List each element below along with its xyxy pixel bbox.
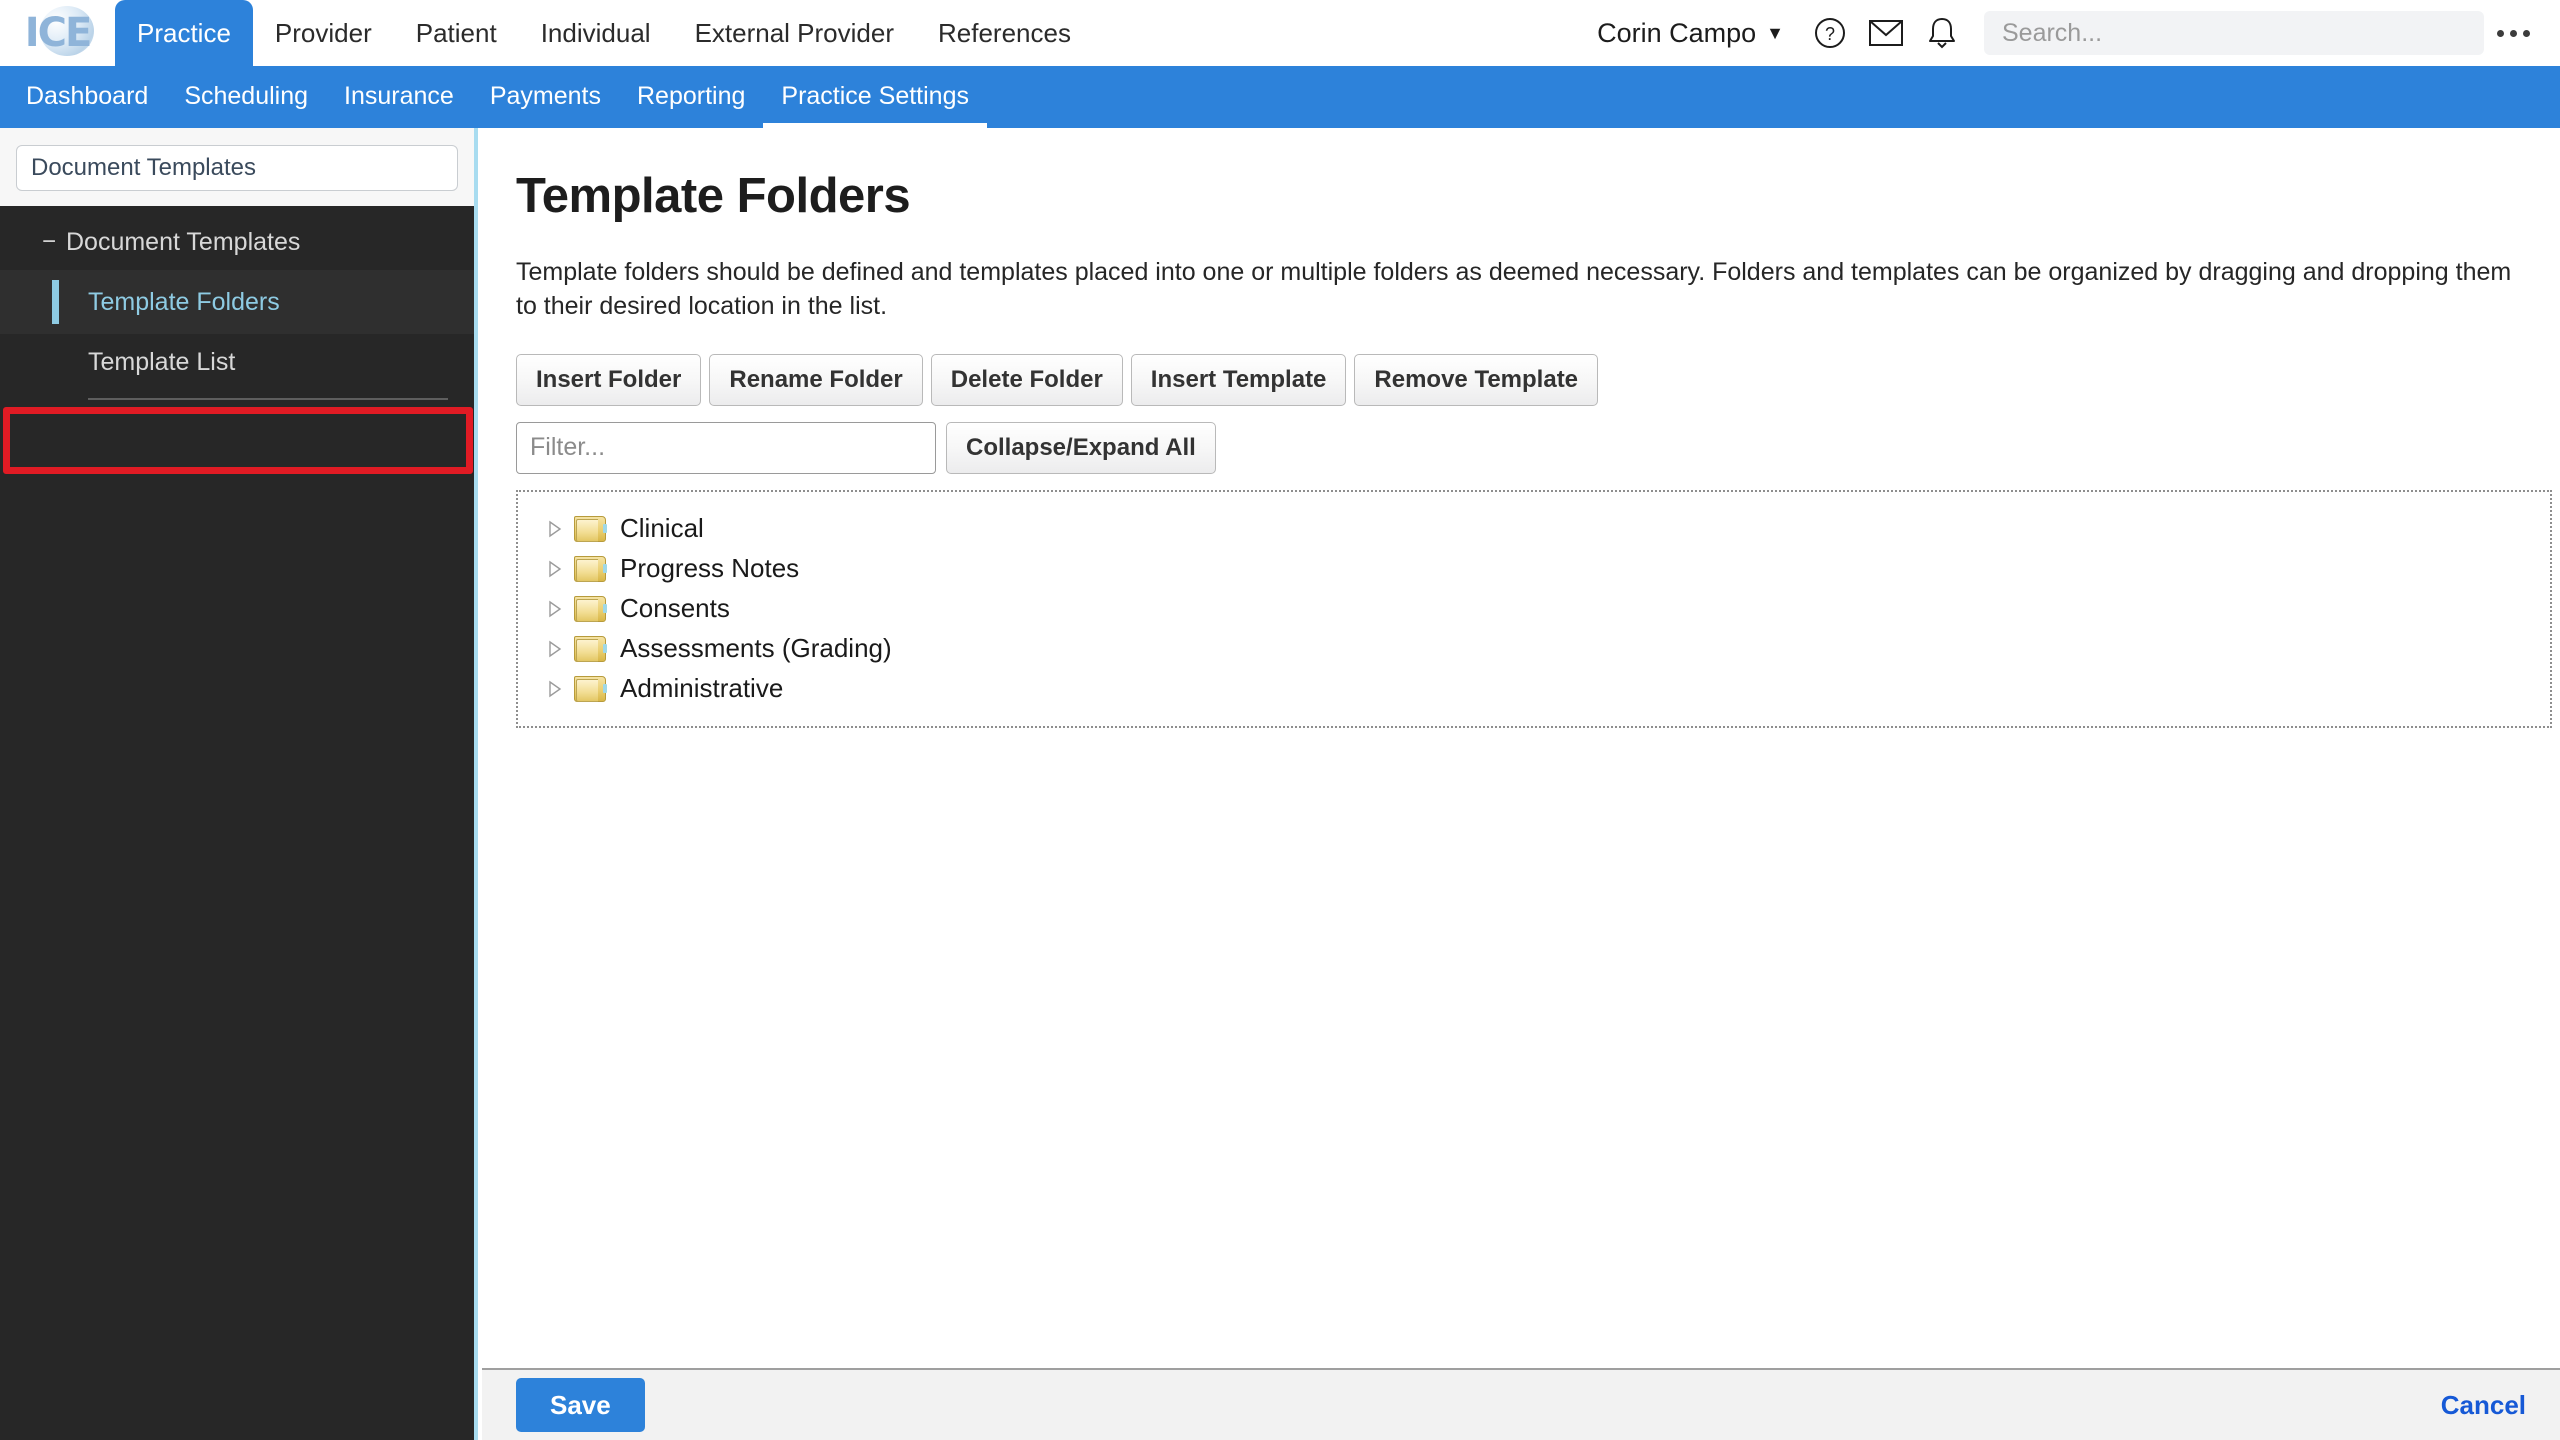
secondary-nav-item-reporting[interactable]: Reporting (619, 66, 763, 128)
top-bar: ICE Practice Provider Patient Individual… (0, 0, 2560, 66)
folder-tree-row[interactable]: Clinical (518, 509, 2550, 549)
folder-icon (574, 675, 608, 703)
logo-text: ICE (24, 10, 93, 56)
rename-folder-button[interactable]: Rename Folder (709, 353, 923, 406)
user-name-label: Corin Campo (1597, 17, 1757, 48)
folder-icon (574, 635, 608, 663)
primary-nav-item-external-provider[interactable]: External Provider (673, 0, 916, 66)
global-search-input[interactable] (1984, 11, 2484, 55)
app-logo[interactable]: ICE (0, 0, 115, 66)
chevron-right-icon[interactable] (542, 640, 568, 658)
mail-icon[interactable] (1858, 0, 1914, 66)
overflow-menu-icon[interactable] (2484, 0, 2542, 66)
primary-nav-item-practice[interactable]: Practice (115, 0, 253, 66)
sidebar-item-template-list[interactable]: Template List (0, 334, 474, 390)
sidebar-item-label: Template List (88, 347, 236, 376)
insert-folder-button[interactable]: Insert Folder (516, 353, 702, 406)
primary-nav-item-references[interactable]: References (916, 0, 1093, 66)
user-menu[interactable]: Corin Campo ▼ (1579, 18, 1802, 49)
secondary-nav-item-payments[interactable]: Payments (472, 66, 619, 128)
collapse-expand-all-button[interactable]: Collapse/Expand All (946, 421, 1216, 474)
top-bar-right-group: Corin Campo ▼ ? (1579, 0, 2560, 66)
filter-row: Collapse/Expand All (516, 421, 2526, 474)
sidebar-tree: − Document Templates Template Folders Te… (0, 206, 474, 400)
chevron-right-icon[interactable] (542, 560, 568, 578)
overflow-dot (2522, 29, 2530, 37)
folder-name-label: Consents (620, 593, 730, 623)
sidebar-item-document-templates[interactable]: − Document Templates (0, 214, 474, 270)
primary-nav: Practice Provider Patient Individual Ext… (115, 0, 1093, 66)
primary-nav-item-individual[interactable]: Individual (519, 0, 673, 66)
footer-action-bar: Save Cancel (482, 1368, 2560, 1440)
primary-nav-item-patient[interactable]: Patient (394, 0, 519, 66)
page-title: Template Folders (516, 169, 911, 223)
secondary-nav-item-dashboard[interactable]: Dashboard (8, 66, 166, 128)
main-content: Template Folders Template folders should… (482, 128, 2560, 1368)
filter-input[interactable] (516, 421, 936, 474)
save-button[interactable]: Save (516, 1378, 645, 1432)
chevron-right-icon[interactable] (542, 680, 568, 698)
sidebar-item-label: Template Folders (88, 287, 280, 316)
folder-tree-row[interactable]: Consents (518, 589, 2550, 629)
folder-tree-list: Clinical Progress Notes Consents Assessm… (516, 489, 2552, 728)
overflow-dot (2509, 29, 2517, 37)
sidebar-search-input[interactable] (16, 145, 458, 191)
collapse-minus-icon[interactable]: − (38, 230, 60, 254)
chevron-down-icon: ▼ (1766, 23, 1784, 43)
overflow-dot (2496, 29, 2504, 37)
secondary-nav-item-insurance[interactable]: Insurance (326, 66, 472, 128)
svg-text:?: ? (1825, 24, 1835, 44)
folder-tree-row[interactable]: Progress Notes (518, 549, 2550, 589)
annotation-highlight-box (3, 407, 473, 474)
folder-tree-row[interactable]: Administrative (518, 669, 2550, 709)
cancel-link[interactable]: Cancel (2441, 1390, 2526, 1421)
folder-icon (574, 595, 608, 623)
sidebar-item-label: Document Templates (66, 227, 301, 256)
primary-nav-item-provider[interactable]: Provider (253, 0, 394, 66)
help-icon[interactable]: ? (1802, 0, 1858, 66)
sidebar-divider (88, 398, 448, 400)
folder-icon (574, 515, 608, 543)
page-description: Template folders should be defined and t… (516, 258, 2512, 320)
bell-icon[interactable] (1914, 0, 1970, 66)
folder-name-label: Administrative (620, 673, 784, 703)
folder-icon (574, 555, 608, 583)
chevron-right-icon[interactable] (542, 600, 568, 618)
chevron-right-icon[interactable] (542, 520, 568, 538)
secondary-nav: Dashboard Scheduling Insurance Payments … (0, 66, 2560, 128)
sidebar: − Document Templates Template Folders Te… (0, 128, 478, 1440)
remove-template-button[interactable]: Remove Template (1354, 353, 1599, 406)
folder-name-label: Assessments (Grading) (620, 633, 892, 663)
folder-name-label: Clinical (620, 513, 704, 543)
insert-template-button[interactable]: Insert Template (1130, 353, 1347, 406)
folder-toolbar: Insert Folder Rename Folder Delete Folde… (516, 353, 2526, 406)
sidebar-search-container (0, 128, 474, 206)
folder-name-label: Progress Notes (620, 553, 800, 583)
sidebar-item-template-folders[interactable]: Template Folders (0, 270, 474, 334)
delete-folder-button[interactable]: Delete Folder (930, 353, 1123, 406)
secondary-nav-item-scheduling[interactable]: Scheduling (166, 66, 326, 128)
secondary-nav-item-practice-settings[interactable]: Practice Settings (763, 66, 987, 128)
folder-tree-row[interactable]: Assessments (Grading) (518, 629, 2550, 669)
